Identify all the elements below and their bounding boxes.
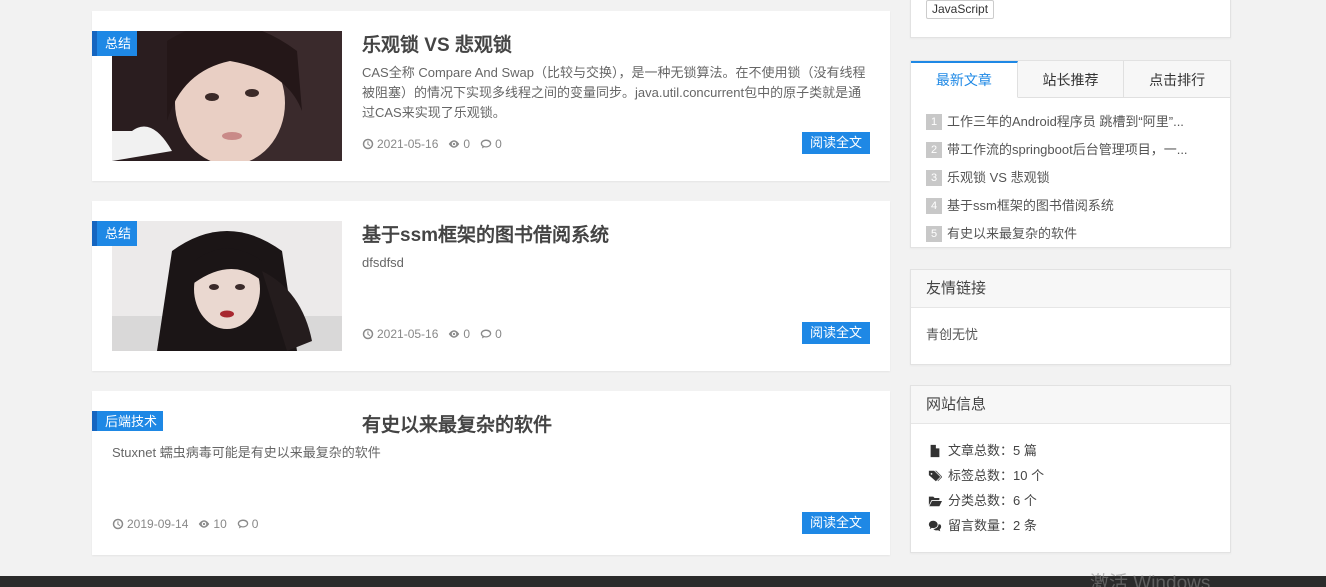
eye-icon [449,140,460,148]
category-tag[interactable]: 后端技术 [92,411,164,431]
article-views: 0 [463,327,471,341]
panel-title: 友情链接 [911,270,1230,308]
clock-icon [362,138,374,150]
category-tag[interactable]: 总结 [92,221,138,246]
rank-badge: 3 [926,170,942,186]
message-count: 留言数量：2 条 [948,518,1037,533]
list-item[interactable]: 3 乐观锁 VS 悲观锁 [926,164,1215,192]
article-title[interactable]: 有史以来最复杂的软件 [362,410,552,437]
list-item: 标签总数：10 个 [928,463,1215,488]
category-tag[interactable]: 总结 [92,31,138,56]
list-item: 分类总数：6 个 [928,488,1215,513]
rank-badge: 1 [926,114,942,130]
tab-most-clicked[interactable]: 点击排行 [1124,61,1231,97]
tab-recommended[interactable]: 站长推荐 [1017,61,1125,97]
comment-icon [237,519,248,529]
list-item: 留言数量：2 条 [928,513,1215,538]
date-meta: 2021-05-16 [362,327,438,341]
article-meta: 2021-05-16 0 0 [362,137,502,151]
eye-icon [199,520,210,528]
article-excerpt: CAS全称 Compare And Swap（比较与交换），是一种无锁算法。在不… [362,65,866,120]
article-date: 2021-05-16 [377,137,439,151]
comments-meta: 0 [237,517,259,531]
recent-article-link[interactable]: 工作三年的Android程序员 跳槽到“阿里”... [947,108,1184,136]
article-date: 2021-05-16 [377,327,439,341]
tag-link-javascript[interactable]: JavaScript [926,0,995,19]
windows-activation-watermark: 激活 Windows [1090,573,1211,587]
list-item[interactable]: 1 工作三年的Android程序员 跳槽到“阿里”... [926,108,1215,136]
recent-article-link[interactable]: 乐观锁 VS 悲观锁 [947,164,1050,192]
comment-icon [480,139,492,149]
tag-count: 标签总数：10 个 [948,468,1045,483]
tab-latest[interactable]: 最新文章 [911,61,1018,98]
category-count: 分类总数：6 个 [948,493,1037,508]
clock-icon [112,518,124,530]
list-item[interactable]: 4 基于ssm框架的图书借阅系统 [926,192,1215,220]
eye-icon [449,330,460,338]
article-meta: 2019-09-14 10 0 [112,517,258,531]
list-item[interactable]: 2 带工作流的springboot后台管理项目，一... [926,136,1215,164]
site-info-panel: 网站信息 文章总数：5 篇 标签总数：10 个 分类总数：6 个 留言数量：2 … [910,385,1231,553]
article-tabs-panel: 最新文章 站长推荐 点击排行 1 工作三年的Android程序员 跳槽到“阿里”.… [910,60,1231,248]
article-views: 10 [213,517,227,531]
article-views: 0 [463,137,471,151]
rank-badge: 4 [926,198,942,214]
comments-icon [928,520,942,531]
article-title[interactable]: 基于ssm框架的图书借阅系统 [362,220,609,247]
file-icon [930,444,940,457]
recent-article-link[interactable]: 带工作流的springboot后台管理项目，一... [947,136,1188,164]
friend-link[interactable]: 青创无忧 [911,308,1230,359]
article-comments: 0 [495,327,502,341]
article-card: 总结 乐观锁 VS 悲观锁 CAS全称 Compare And Swap（比较与… [92,11,890,181]
recent-article-link[interactable]: 基于ssm框架的图书借阅系统 [947,192,1114,220]
friend-links-panel: 友情链接 青创无忧 [910,269,1231,365]
list-item[interactable]: 5 有史以来最复杂的软件 [926,220,1215,248]
article-count: 文章总数：5 篇 [948,443,1037,458]
article-meta: 2021-05-16 0 0 [362,327,502,341]
tags-icon [928,470,942,481]
views-meta: 0 [448,327,470,341]
views-meta: 0 [448,137,470,151]
list-item: 文章总数：5 篇 [928,438,1215,463]
article-card: 总结 基于ssm框架的图书借阅系统 dfsdfsd 2021-05-16 0 0… [92,201,890,371]
tag-cloud-panel: JavaScript [910,0,1231,38]
read-more-button[interactable]: 阅读全文 [801,322,870,344]
article-comments: 0 [495,137,502,151]
comments-meta: 0 [480,137,502,151]
folder-open-icon [928,496,942,506]
read-more-button[interactable]: 阅读全文 [801,132,870,154]
article-card: 后端技术 有史以来最复杂的软件 Stuxnet 蠕虫病毒可能是有史以来最复杂的软… [92,391,890,555]
article-date: 2019-09-14 [127,517,189,531]
article-excerpt: dfsdfsd [362,255,404,270]
tab-bar: 最新文章 站长推荐 点击排行 [911,61,1231,98]
recent-article-link[interactable]: 有史以来最复杂的软件 [947,220,1077,248]
comment-icon [480,329,492,339]
views-meta: 10 [198,517,227,531]
article-comments: 0 [251,517,259,531]
date-meta: 2021-05-16 [362,137,438,151]
site-info-list: 文章总数：5 篇 标签总数：10 个 分类总数：6 个 留言数量：2 条 [911,424,1230,538]
rank-badge: 5 [926,226,942,242]
recent-article-list: 1 工作三年的Android程序员 跳槽到“阿里”... 2 带工作流的spring… [911,98,1230,248]
read-more-button[interactable]: 阅读全文 [801,512,870,534]
rank-badge: 2 [926,142,942,158]
article-thumbnail[interactable] [112,221,342,351]
article-thumbnail[interactable] [112,31,342,161]
clock-icon [362,328,374,340]
date-meta: 2019-09-14 [112,517,188,531]
comments-meta: 0 [480,327,502,341]
article-excerpt: Stuxnet 蠕虫病毒可能是有史以来最复杂的软件 [112,445,381,460]
article-title[interactable]: 乐观锁 VS 悲观锁 [362,30,512,57]
panel-title: 网站信息 [911,386,1230,424]
